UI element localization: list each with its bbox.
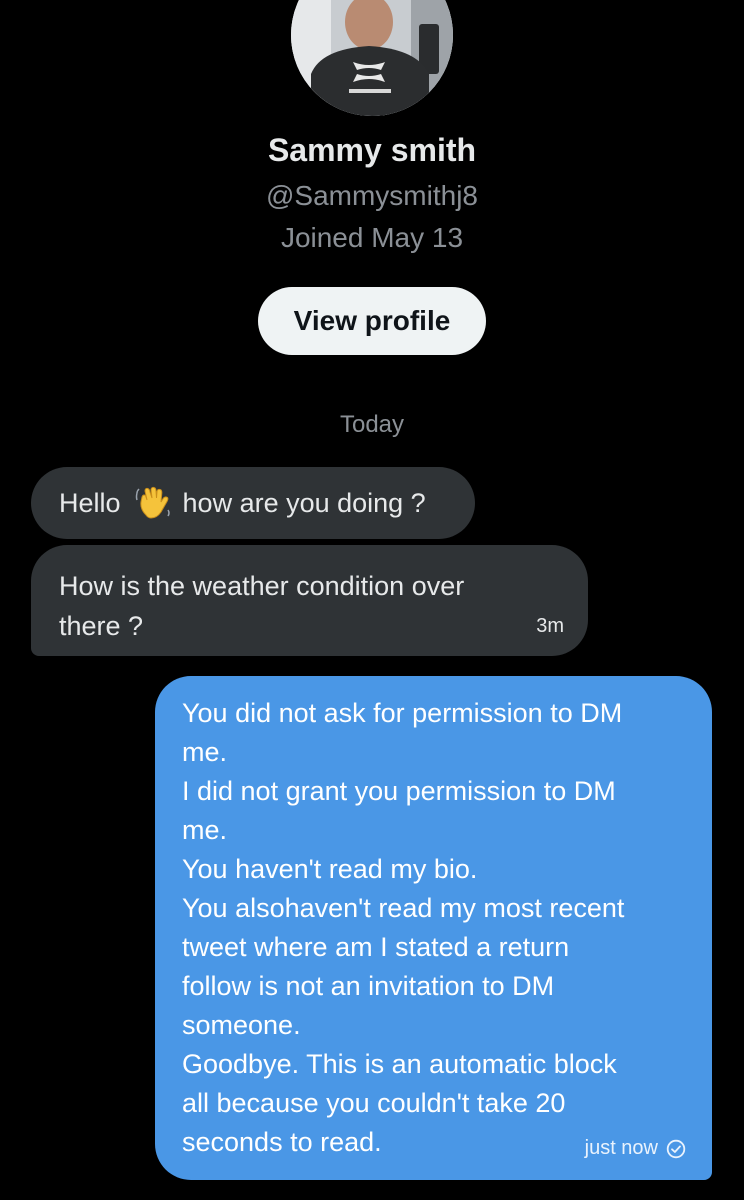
message-line: You alsohaven't read my most recent bbox=[182, 893, 625, 923]
message-line: You haven't read my bio. bbox=[182, 854, 478, 884]
date-separator: Today bbox=[339, 411, 405, 438]
profile-name: Sammy smith bbox=[267, 132, 477, 168]
waving-hand-icon bbox=[135, 485, 171, 521]
message-text: How is the weather condition over there … bbox=[59, 571, 465, 641]
profile-handle: @Sammysmithj8 bbox=[265, 180, 478, 211]
message-text-part: how are you doing ? bbox=[182, 487, 426, 518]
profile-avatar[interactable] bbox=[291, 0, 453, 116]
message-line: tweet where am I stated a return bbox=[182, 932, 570, 962]
message-text-part: Hello bbox=[59, 487, 121, 518]
message-line: follow is not an invitation to DM bbox=[182, 971, 555, 1001]
sent-message[interactable]: You did not ask for permission to DM me.… bbox=[155, 676, 712, 1180]
message-line: You did not ask for permission to DM bbox=[182, 698, 623, 728]
message-timestamp: just now bbox=[584, 1137, 658, 1159]
check-circle-icon bbox=[666, 1139, 686, 1159]
message-line: Goodbye. This is an automatic block bbox=[182, 1049, 617, 1079]
message-meta: just now bbox=[585, 1137, 686, 1160]
received-message-2[interactable]: How is the weather condition over there … bbox=[31, 545, 588, 656]
message-line: me. bbox=[182, 737, 228, 767]
message-line: someone. bbox=[182, 1010, 301, 1040]
message-line: me. bbox=[182, 815, 228, 845]
message-line: all because you couldn't take 20 bbox=[182, 1088, 566, 1118]
view-profile-button[interactable]: View profile bbox=[258, 287, 486, 355]
message-line: I did not grant you permission to DM bbox=[182, 776, 616, 806]
profile-joined-date: Joined May 13 bbox=[280, 222, 464, 253]
received-message-1[interactable]: Hello how are you doing ? bbox=[31, 467, 475, 539]
message-timestamp: 3m bbox=[536, 615, 564, 637]
